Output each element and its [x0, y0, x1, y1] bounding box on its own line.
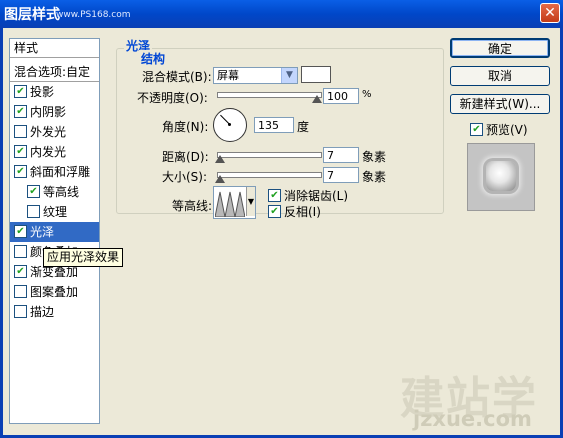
blend-mode-value: 屏幕	[217, 69, 239, 82]
structure-title: 结构	[139, 50, 168, 67]
preview-thumbnail	[486, 161, 516, 191]
close-button[interactable]: ✕	[540, 3, 560, 23]
watermark-url: jzxue.com	[413, 407, 532, 431]
tooltip: 应用光泽效果	[43, 248, 124, 267]
style-list-item-label: 描边	[30, 305, 55, 319]
blend-mode-label: 混合模式(B):	[142, 70, 212, 84]
contour-dropdown-icon[interactable]: ▼	[246, 187, 255, 216]
invert-checkbox[interactable]: ✔ 反相(I)	[268, 203, 321, 220]
preview-check[interactable]: ✔	[470, 123, 483, 136]
style-list-header[interactable]: 样式	[10, 39, 99, 58]
contour-label: 等高线:	[172, 199, 213, 213]
style-list-item-label: 等高线	[43, 185, 80, 199]
anti-alias-label: 消除锯齿(L)	[284, 189, 349, 203]
window-frame-left	[0, 28, 3, 438]
distance-unit: 象素	[362, 150, 387, 164]
chevron-down-icon: ▼	[281, 68, 297, 83]
preview-label: 预览(V)	[486, 123, 528, 137]
size-slider[interactable]	[217, 172, 322, 178]
angle-center-dot	[228, 123, 231, 126]
site-watermark-title: www.PS168.com	[56, 10, 131, 20]
opacity-input[interactable]: 100	[323, 88, 359, 104]
blend-options-item[interactable]: 混合选项:自定	[10, 63, 99, 82]
opacity-label: 不透明度(O):	[137, 91, 208, 105]
style-list-item-label: 内发光	[30, 145, 67, 159]
style-preview	[467, 143, 535, 211]
new-style-button[interactable]: 新建样式(W)...	[450, 94, 550, 114]
style-checkbox[interactable]	[14, 245, 27, 258]
style-list-item[interactable]: 图案叠加	[10, 282, 99, 302]
style-list-item-label: 外发光	[30, 125, 67, 139]
style-list-item[interactable]: 纹理	[10, 202, 99, 222]
contour-curve-icon	[215, 188, 245, 217]
style-checkbox[interactable]: ✔	[14, 265, 27, 278]
size-label: 大小(S):	[162, 170, 208, 184]
style-checkbox[interactable]	[14, 285, 27, 298]
style-list-item-label: 光泽	[30, 225, 55, 239]
angle-input[interactable]: 135	[254, 117, 294, 133]
contour-picker[interactable]: ▼	[213, 186, 256, 219]
style-list-item[interactable]: 外发光	[10, 122, 99, 142]
style-list-item[interactable]: ✔ 斜面和浮雕	[10, 162, 99, 182]
style-list-item-label: 图案叠加	[30, 285, 79, 299]
anti-alias-checkbox[interactable]: ✔ 消除锯齿(L)	[268, 187, 348, 204]
close-icon: ✕	[544, 5, 556, 21]
distance-label: 距离(D):	[162, 150, 209, 164]
angle-dial[interactable]	[213, 108, 247, 142]
style-list-item-label: 斜面和浮雕	[30, 165, 91, 179]
style-list-item[interactable]: ✔ 光泽	[10, 222, 99, 242]
style-list-item-label: 投影	[30, 85, 55, 99]
style-list-item[interactable]: 描边	[10, 302, 99, 322]
style-list-item[interactable]: ✔ 内发光	[10, 142, 99, 162]
style-list-item-label: 内阴影	[30, 105, 67, 119]
cancel-button[interactable]: 取消	[450, 66, 550, 86]
size-unit: 象素	[362, 170, 387, 184]
style-checkbox[interactable]: ✔	[14, 85, 27, 98]
size-slider-thumb[interactable]	[215, 175, 225, 183]
style-checkbox[interactable]: ✔	[27, 185, 40, 198]
size-input[interactable]: 7	[323, 167, 359, 183]
style-list-item[interactable]: ✔ 投影	[10, 82, 99, 102]
distance-slider-thumb[interactable]	[215, 155, 225, 163]
opacity-unit: %	[362, 89, 372, 100]
opacity-slider[interactable]	[217, 92, 322, 98]
style-checkbox[interactable]: ✔	[14, 105, 27, 118]
style-list-item[interactable]: ✔ 内阴影	[10, 102, 99, 122]
invert-label: 反相(I)	[284, 205, 321, 219]
style-checkbox[interactable]: ✔	[14, 225, 27, 238]
angle-label: 角度(N):	[162, 120, 209, 134]
window-title: 图层样式	[4, 7, 60, 23]
angle-unit: 度	[297, 120, 310, 134]
style-checkbox[interactable]: ✔	[14, 165, 27, 178]
invert-check[interactable]: ✔	[268, 205, 281, 218]
preview-checkbox[interactable]: ✔ 预览(V)	[470, 121, 528, 138]
style-checkbox[interactable]	[14, 305, 27, 318]
blend-mode-select[interactable]: 屏幕 ▼	[213, 67, 298, 84]
opacity-slider-thumb[interactable]	[312, 95, 322, 103]
style-checkbox[interactable]: ✔	[14, 145, 27, 158]
style-checkbox[interactable]	[14, 125, 27, 138]
distance-slider[interactable]	[217, 152, 322, 158]
anti-alias-check[interactable]: ✔	[268, 189, 281, 202]
style-checkbox[interactable]	[27, 205, 40, 218]
style-list-item[interactable]: ✔ 等高线	[10, 182, 99, 202]
distance-input[interactable]: 7	[323, 147, 359, 163]
style-list[interactable]: 样式 混合选项:自定 ✔ 投影 ✔ 内阴影 外发光 ✔ 内发光 ✔ 斜面和浮雕 ✔ 等高线 纹理 ✔ 光泽…	[9, 38, 100, 424]
ok-button[interactable]: 确定	[450, 38, 550, 58]
style-list-item-label: 纹理	[43, 205, 68, 219]
color-swatch[interactable]	[301, 66, 331, 83]
style-list-item-label: 渐变叠加	[30, 265, 79, 279]
